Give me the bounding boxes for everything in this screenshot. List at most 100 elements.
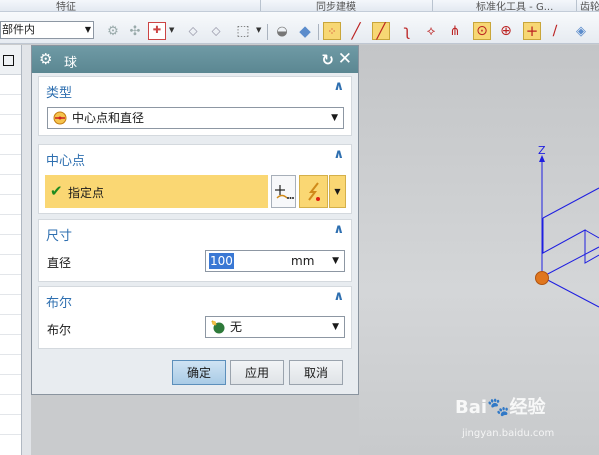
section-label: 布尔 xyxy=(46,296,73,311)
checkmark-icon: ✔ xyxy=(50,182,63,200)
chevron-down-icon: ▼ xyxy=(332,256,339,266)
list-item[interactable] xyxy=(0,395,21,415)
snap-icon[interactable]: ✚ xyxy=(148,22,166,40)
pen-icon[interactable]: ∕ xyxy=(546,22,564,40)
chevron-down-icon: ▼ xyxy=(332,322,339,332)
filter-2-icon[interactable]: ⬦ xyxy=(207,22,225,40)
boolean-section: 布尔 ∧ 布尔 无 ▼ xyxy=(38,286,352,349)
list-item[interactable] xyxy=(0,135,21,155)
list-item[interactable] xyxy=(0,315,21,335)
list-item[interactable] xyxy=(0,235,21,255)
list-item[interactable] xyxy=(0,75,21,95)
point-icon[interactable]: ✣ xyxy=(126,22,144,40)
list-item[interactable] xyxy=(0,155,21,175)
grid-points-icon[interactable]: ⁘ xyxy=(323,22,341,40)
type-dropdown[interactable]: 中心点和直径 ▼ xyxy=(47,107,344,129)
diameter-label: 直径 xyxy=(47,256,72,270)
list-item[interactable] xyxy=(0,195,21,215)
diameter-unit: mm xyxy=(291,254,315,268)
specify-point-row[interactable]: ✔ 指定点 xyxy=(45,175,268,208)
cube-icon[interactable]: ◆ xyxy=(296,22,314,40)
collapse-icon[interactable]: ∧ xyxy=(333,222,344,237)
size-section-header[interactable]: 尺寸 ∧ xyxy=(39,220,351,244)
diameter-input[interactable]: 100 mm ▼ xyxy=(205,250,345,272)
reset-icon[interactable]: ↻ xyxy=(321,51,334,69)
filter-icon[interactable]: ⬦ xyxy=(184,22,202,40)
ribbon-group-features[interactable]: 特征 xyxy=(56,0,76,11)
point-type-dropdown[interactable]: ▼ xyxy=(329,175,346,208)
point-constructor-icon xyxy=(274,184,294,199)
dialog-titlebar[interactable]: ⚙ 球 ↻ ✕ xyxy=(32,46,358,73)
collapse-icon[interactable]: ∧ xyxy=(333,147,344,162)
y-axis-line xyxy=(541,276,599,308)
cancel-button[interactable]: 取消 xyxy=(289,360,343,385)
section-label: 尺寸 xyxy=(46,229,73,244)
crosshair-icon[interactable]: + xyxy=(523,22,541,40)
checkbox-icon[interactable] xyxy=(3,55,14,66)
inferred-point-button[interactable] xyxy=(299,175,328,208)
x-axis-line xyxy=(541,246,599,278)
close-icon[interactable]: ✕ xyxy=(338,49,352,69)
selection-scope-value: 部件内 xyxy=(2,23,35,36)
gear-icon[interactable]: ⚙ xyxy=(39,50,52,68)
circle-point-icon[interactable]: ⊕ xyxy=(497,22,515,40)
spline-icon[interactable]: ʅ xyxy=(398,22,416,40)
boolean-value: 无 xyxy=(230,320,243,334)
circle-center-icon[interactable]: ⊙ xyxy=(473,22,491,40)
arc-icon[interactable]: ╱ xyxy=(372,22,390,40)
origin-point[interactable] xyxy=(535,271,549,285)
part-navigator xyxy=(0,45,22,455)
paw-icon: 🐾 xyxy=(487,397,510,418)
list-item[interactable] xyxy=(0,95,21,115)
type-section-header[interactable]: 类型 ∧ xyxy=(39,77,351,101)
resource-bar-gap xyxy=(22,45,31,455)
list-item[interactable] xyxy=(0,355,21,375)
diameter-value: 100 xyxy=(209,253,234,269)
selection-scope-dropdown[interactable]: 部件内 ▼ xyxy=(0,21,94,39)
inferred-point-icon xyxy=(307,181,320,201)
center-point-section: 中心点 ∧ ✔ 指定点 ▼ xyxy=(38,144,352,214)
boolean-dropdown[interactable]: 无 ▼ xyxy=(205,316,345,338)
point-dialog-button[interactable] xyxy=(271,175,296,208)
type-section: 类型 ∧ 中心点和直径 ▼ xyxy=(38,76,352,136)
collapse-icon[interactable]: ∧ xyxy=(333,79,344,94)
list-item[interactable] xyxy=(0,295,21,315)
dialog-title: 球 xyxy=(64,56,78,71)
ribbon-group-sync-modeling[interactable]: 同步建模 xyxy=(316,0,356,11)
ok-button[interactable]: 确定 xyxy=(172,360,226,385)
boolean-none-icon xyxy=(211,320,225,334)
selection-toolbar: 部件内 ▼ ⚙ ✣ ✚ ▼ ⬦ ⬦ ⬚ ▼ ◒ ◆ ⁘ ╱ ╱ ʅ ⟡ ⋔ ⊙ … xyxy=(0,12,599,44)
apply-button[interactable]: 应用 xyxy=(230,360,284,385)
sphere-dialog: ⚙ 球 ↻ ✕ 类型 ∧ 中心点和直径 ▼ 中心点 ∧ ✔ 指定点 ▼ 尺寸 ∧… xyxy=(31,45,359,395)
z-axis-label: Z xyxy=(538,144,546,157)
ribbon-group-standard-tools[interactable]: 标准化工具 - G... xyxy=(476,0,553,11)
list-item[interactable] xyxy=(0,275,21,295)
list-item[interactable] xyxy=(0,175,21,195)
size-section: 尺寸 ∧ 直径 100 mm ▼ xyxy=(38,219,352,282)
vertex-icon[interactable]: ⟡ xyxy=(422,22,440,40)
solid-icon[interactable]: ◒ xyxy=(273,22,291,40)
list-item[interactable] xyxy=(0,255,21,275)
chevron-down-icon[interactable]: ▼ xyxy=(256,26,261,34)
section-label: 类型 xyxy=(46,86,73,101)
navigator-header xyxy=(0,45,21,75)
ribbon-group-gear[interactable]: 齿轮 xyxy=(580,0,599,11)
line-icon[interactable]: ╱ xyxy=(347,22,365,40)
chevron-down-icon: ▼ xyxy=(334,187,341,196)
watermark-url: jingyan.baidu.com xyxy=(462,428,555,439)
list-item[interactable] xyxy=(0,115,21,135)
csys-edge xyxy=(542,218,599,264)
box-select-icon[interactable]: ⬚ xyxy=(234,22,252,40)
view-icon[interactable]: ◈ xyxy=(572,22,590,40)
intersect-icon[interactable]: ⋔ xyxy=(446,22,464,40)
boolean-section-header[interactable]: 布尔 ∧ xyxy=(39,287,351,311)
center-section-header[interactable]: 中心点 ∧ xyxy=(39,145,351,169)
select-feature-icon[interactable]: ⚙ xyxy=(104,22,122,40)
chevron-down-icon[interactable]: ▼ xyxy=(169,26,174,34)
list-item[interactable] xyxy=(0,375,21,395)
type-value: 中心点和直径 xyxy=(72,111,145,125)
list-item[interactable] xyxy=(0,215,21,235)
list-item[interactable] xyxy=(0,335,21,355)
list-item[interactable] xyxy=(0,415,21,435)
collapse-icon[interactable]: ∧ xyxy=(333,289,344,304)
